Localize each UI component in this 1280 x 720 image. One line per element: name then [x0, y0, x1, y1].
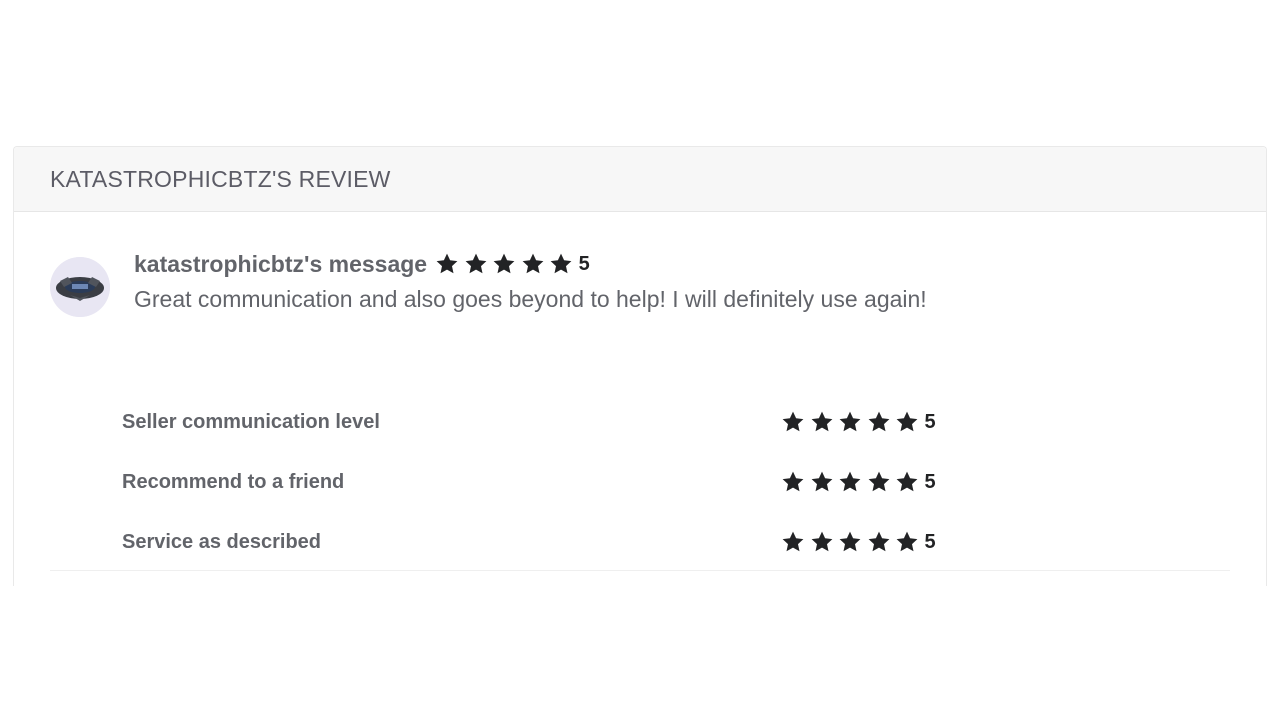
- star-icon: [811, 531, 832, 552]
- review-comment: Great communication and also goes beyond…: [134, 286, 927, 312]
- star-icon: [896, 471, 918, 492]
- review-message-header: katastrophicbtz's message 5: [134, 248, 590, 280]
- overall-star-rating: [435, 252, 578, 276]
- star-icon: [839, 531, 861, 552]
- star-icon: [436, 253, 458, 274]
- review-author-label[interactable]: katastrophicbtz's message: [134, 251, 427, 278]
- review-divider: [50, 570, 1230, 571]
- star-icon: [839, 411, 861, 432]
- criteria-label: Service as described: [122, 531, 322, 553]
- criteria-label: Recommend to a friend: [122, 471, 345, 493]
- criteria-label: Seller communication level: [122, 411, 380, 433]
- star-icon: [896, 531, 918, 552]
- criteria-rating-value: 5: [924, 410, 936, 433]
- criteria-rating-value: 5: [924, 470, 936, 493]
- star-icon: [839, 471, 861, 492]
- criteria-star-rating: [781, 410, 924, 434]
- overall-rating-value: 5: [578, 252, 590, 275]
- user-avatar-icon[interactable]: [50, 257, 110, 317]
- criteria-rating-value: 5: [924, 530, 936, 553]
- star-icon: [868, 411, 889, 432]
- star-icon: [811, 471, 832, 492]
- star-icon: [868, 531, 889, 552]
- criteria-row-service: Service as described 5: [122, 531, 1022, 612]
- star-icon: [493, 253, 515, 274]
- criteria-star-rating: [781, 530, 924, 554]
- star-icon: [782, 471, 804, 492]
- criteria-rating: 5: [781, 528, 936, 556]
- star-icon: [868, 471, 889, 492]
- star-icon: [522, 253, 543, 274]
- star-icon: [465, 253, 486, 274]
- review-card-title: KATASTROPHICBTZ'S REVIEW: [50, 165, 391, 192]
- star-icon: [782, 411, 804, 432]
- criteria-star-rating: [781, 470, 924, 494]
- review-card: KATASTROPHICBTZ'S REVIEW katastrophicbtz…: [13, 146, 1267, 586]
- review-card-header: KATASTROPHICBTZ'S REVIEW: [14, 147, 1266, 212]
- criteria-rating: 5: [781, 468, 936, 496]
- star-icon: [550, 253, 572, 274]
- review-body: katastrophicbtz's message 5 Great commun…: [14, 212, 1266, 586]
- star-icon: [811, 411, 832, 432]
- star-icon: [896, 411, 918, 432]
- rating-criteria: Seller communication level 5 Recommend t…: [122, 411, 1022, 612]
- criteria-rating: 5: [781, 408, 936, 436]
- star-icon: [782, 531, 804, 552]
